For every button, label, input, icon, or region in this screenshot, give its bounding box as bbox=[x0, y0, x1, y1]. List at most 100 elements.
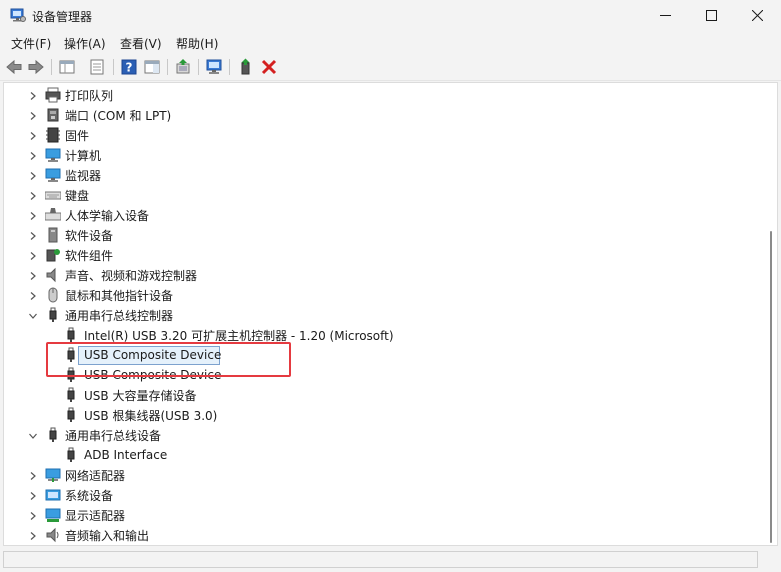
tree-row-label: 通用串行总线设备 bbox=[65, 428, 162, 443]
tree-category-row[interactable]: 人体学输入设备 bbox=[28, 205, 149, 225]
tree-row-label: 键盘 bbox=[65, 188, 90, 203]
toolbar-separator bbox=[167, 59, 168, 75]
tree-child-row[interactable]: ADB Interface bbox=[63, 445, 167, 465]
chevron-down-icon[interactable] bbox=[28, 311, 38, 321]
tree-category-row[interactable]: 系统设备 bbox=[28, 485, 113, 505]
chevron-right-icon[interactable] bbox=[28, 151, 38, 161]
update-driver-icon bbox=[176, 59, 190, 74]
show-hide-console-tree-button[interactable] bbox=[57, 57, 77, 77]
usb-icon bbox=[45, 427, 61, 443]
vertical-scrollbar[interactable] bbox=[766, 83, 776, 545]
tree-category-row[interactable]: 通用串行总线设备 bbox=[28, 425, 161, 445]
usb-icon bbox=[63, 387, 79, 403]
mouse-icon bbox=[45, 287, 61, 303]
tree-child-row[interactable]: USB 根集线器(USB 3.0) bbox=[63, 405, 217, 425]
chevron-right-icon[interactable] bbox=[28, 271, 38, 281]
action-pane-button[interactable] bbox=[142, 57, 162, 77]
chevron-right-icon[interactable] bbox=[28, 91, 38, 101]
scrollbar-thumb[interactable] bbox=[770, 231, 772, 543]
minimize-button[interactable] bbox=[642, 0, 688, 31]
chevron-right-icon[interactable] bbox=[28, 131, 38, 141]
update-driver-button[interactable] bbox=[173, 57, 193, 77]
tree-category-row[interactable]: 显示适配器 bbox=[28, 505, 125, 525]
tree-row-label: 计算机 bbox=[65, 148, 102, 163]
maximize-icon bbox=[705, 10, 717, 21]
audio-io-icon bbox=[45, 527, 61, 543]
menu-view[interactable]: 查看(V) bbox=[120, 35, 162, 52]
tree-category-row[interactable]: 软件设备 bbox=[28, 225, 113, 245]
firmware-icon bbox=[45, 127, 61, 143]
speaker-icon bbox=[45, 267, 61, 283]
chevron-right-icon[interactable] bbox=[28, 211, 38, 221]
help-button[interactable]: ? bbox=[119, 57, 139, 77]
enable-device-button[interactable] bbox=[236, 57, 256, 77]
tree-row-label: 人体学输入设备 bbox=[65, 208, 150, 223]
chevron-right-icon[interactable] bbox=[28, 531, 38, 541]
tree-category-row[interactable]: 打印队列 bbox=[28, 85, 113, 105]
chevron-right-icon[interactable] bbox=[28, 111, 38, 121]
tree-row-label: 软件设备 bbox=[65, 228, 114, 243]
uninstall-device-button[interactable] bbox=[259, 57, 279, 77]
window-title: 设备管理器 bbox=[32, 10, 93, 24]
chevron-right-icon[interactable] bbox=[28, 191, 38, 201]
system-device-icon bbox=[45, 487, 61, 503]
monitor-icon bbox=[45, 167, 61, 183]
chevron-right-icon[interactable] bbox=[28, 511, 38, 521]
tree-row-label: 音频输入和输出 bbox=[65, 528, 150, 543]
keyboard-icon bbox=[44, 187, 62, 203]
properties-button[interactable] bbox=[87, 57, 107, 77]
menu-file[interactable]: 文件(F) bbox=[11, 35, 51, 52]
enable-device-icon bbox=[241, 58, 250, 75]
forward-button[interactable] bbox=[26, 57, 46, 77]
tree-category-row[interactable]: 端口 (COM 和 LPT) bbox=[28, 105, 171, 125]
minimize-icon bbox=[659, 15, 671, 16]
scan-hardware-button[interactable] bbox=[204, 57, 224, 77]
tree-row-label: USB 根集线器(USB 3.0) bbox=[84, 408, 218, 423]
chevron-right-icon[interactable] bbox=[28, 231, 38, 241]
tree-category-row[interactable]: 固件 bbox=[28, 125, 89, 145]
tree-category-row[interactable]: 计算机 bbox=[28, 145, 101, 165]
tree-row-label: USB 大容量存储设备 bbox=[84, 388, 197, 403]
tree-row-label: 打印队列 bbox=[65, 88, 114, 103]
tree-row-label: 软件组件 bbox=[65, 248, 114, 263]
tree-row-label: 网络适配器 bbox=[65, 468, 126, 483]
tree-category-row[interactable]: 键盘 bbox=[28, 185, 89, 205]
tree-row-label: 端口 (COM 和 LPT) bbox=[65, 108, 172, 123]
tree-row-label: 显示适配器 bbox=[65, 508, 126, 523]
chevron-right-icon[interactable] bbox=[28, 291, 38, 301]
chevron-down-icon[interactable] bbox=[28, 431, 38, 441]
chevron-right-icon[interactable] bbox=[28, 471, 38, 481]
usb-icon bbox=[63, 327, 79, 343]
tree-category-row[interactable]: 通用串行总线控制器 bbox=[28, 305, 173, 325]
display-adapter-icon bbox=[45, 507, 61, 523]
back-icon bbox=[6, 59, 22, 75]
tree-category-row[interactable]: 软件组件 bbox=[28, 245, 113, 265]
tree-row-label: 系统设备 bbox=[65, 488, 114, 503]
back-button[interactable] bbox=[4, 57, 24, 77]
chevron-right-icon[interactable] bbox=[28, 491, 38, 501]
tree-category-row[interactable]: 音频输入和输出 bbox=[28, 525, 149, 545]
close-button[interactable] bbox=[734, 0, 780, 31]
toolbar: ? bbox=[0, 53, 781, 81]
tree-category-row[interactable]: 网络适配器 bbox=[28, 465, 125, 485]
tree-category-row[interactable]: 监视器 bbox=[28, 165, 101, 185]
forward-icon bbox=[28, 59, 44, 75]
menu-action[interactable]: 操作(A) bbox=[64, 35, 106, 52]
tree-child-row[interactable]: USB 大容量存储设备 bbox=[63, 385, 196, 405]
chevron-right-icon[interactable] bbox=[28, 251, 38, 261]
software-component-icon bbox=[45, 247, 61, 263]
port-icon bbox=[45, 107, 61, 123]
network-icon bbox=[45, 467, 61, 483]
chevron-right-icon[interactable] bbox=[28, 171, 38, 181]
help-icon: ? bbox=[121, 59, 137, 75]
software-device-icon bbox=[45, 227, 61, 243]
hid-icon bbox=[44, 207, 62, 223]
tree-category-row[interactable]: 鼠标和其他指针设备 bbox=[28, 285, 173, 305]
maximize-button[interactable] bbox=[688, 0, 734, 31]
uninstall-icon bbox=[261, 59, 277, 75]
tree-row-label: 固件 bbox=[65, 128, 90, 143]
tree-category-row[interactable]: 声音、视频和游戏控制器 bbox=[28, 265, 197, 285]
device-manager-app-icon bbox=[10, 7, 26, 23]
menu-help[interactable]: 帮助(H) bbox=[176, 35, 218, 52]
computer-icon bbox=[45, 147, 61, 163]
